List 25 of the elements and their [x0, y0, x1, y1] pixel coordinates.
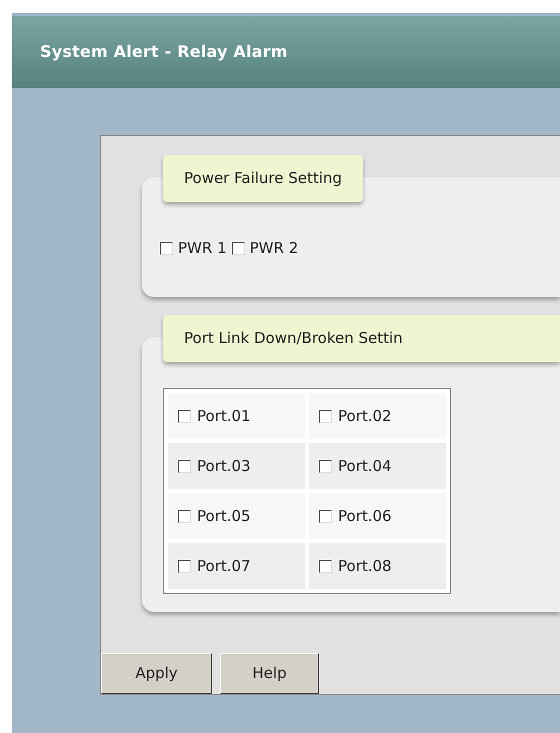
- checkbox-label: PWR 1: [178, 238, 227, 259]
- checkbox[interactable]: [178, 560, 191, 572]
- checkbox[interactable]: [319, 460, 332, 472]
- checkbox[interactable]: [178, 510, 191, 522]
- checkbox-label: Port.05: [197, 506, 251, 527]
- action-button[interactable]: Apply: [101, 653, 212, 694]
- checkbox[interactable]: [178, 410, 191, 422]
- window-title: System Alert - Relay Alarm: [40, 41, 288, 63]
- checkbox[interactable]: [178, 460, 191, 472]
- checkbox-label: PWR 2: [250, 238, 298, 259]
- checkbox-label: Port.03: [197, 456, 251, 477]
- checkbox[interactable]: [160, 242, 173, 255]
- action-button[interactable]: Help: [220, 653, 319, 694]
- checkbox-label: Port.04: [338, 456, 392, 477]
- checkbox[interactable]: [319, 410, 332, 422]
- checkbox-label: Port.07: [197, 556, 251, 577]
- checkbox[interactable]: [319, 560, 332, 572]
- section-legend: Power Failure Setting: [163, 155, 363, 202]
- checkbox[interactable]: [232, 242, 245, 255]
- checkbox-label: Port.06: [338, 506, 392, 527]
- section-legend: Port Link Down/Broken Settin: [163, 315, 560, 362]
- checkbox[interactable]: [319, 510, 332, 522]
- checkbox-label: Port.02: [338, 406, 392, 427]
- checkbox-label: Port.08: [338, 556, 392, 577]
- checkbox-label: Port.01: [197, 406, 251, 427]
